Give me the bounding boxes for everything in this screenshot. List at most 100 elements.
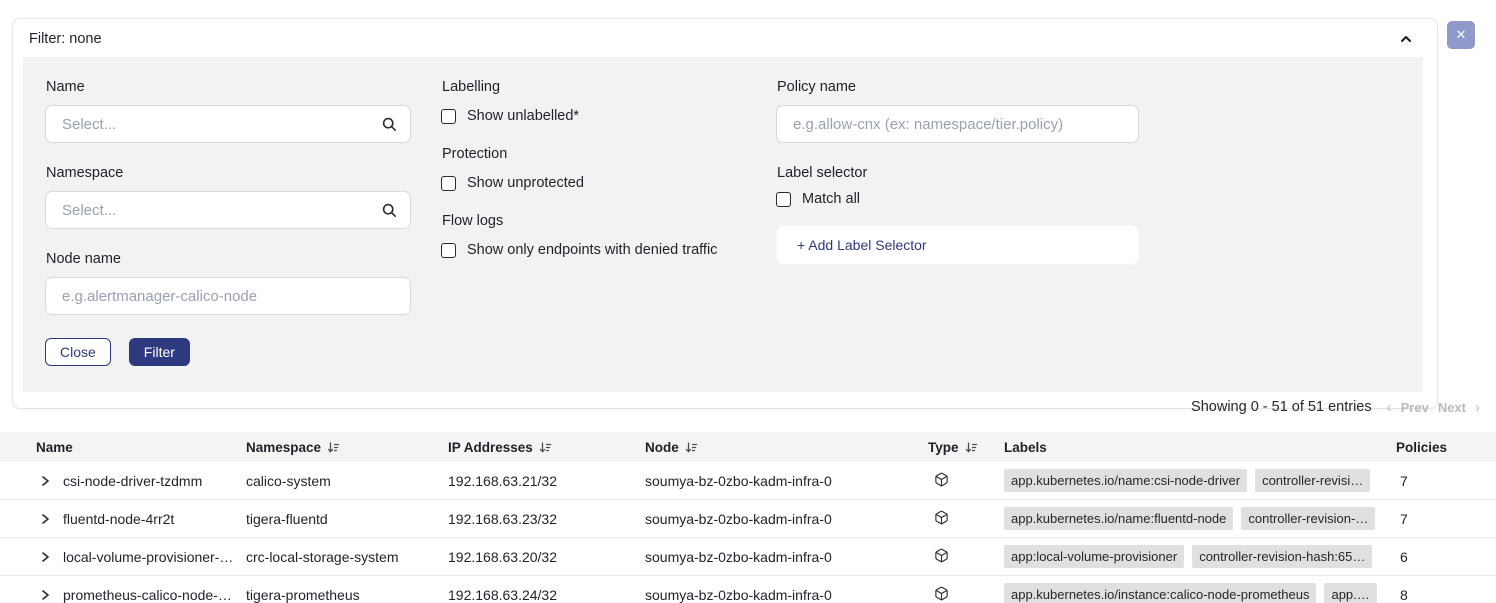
namespace-select[interactable]	[45, 191, 411, 229]
workload-cube-icon	[934, 548, 949, 566]
table-row[interactable]: csi-node-driver-tzdmm calico-system 192.…	[0, 462, 1496, 500]
label-chip: controller-revisi…	[1255, 469, 1370, 492]
endpoint-policies-count: 7	[1396, 473, 1496, 489]
endpoint-policies-count: 6	[1396, 549, 1496, 565]
sort-icon[interactable]	[965, 441, 978, 454]
sort-icon[interactable]	[685, 441, 698, 454]
label-chip: app.kubernetes.io/instance:calico-node-p…	[1004, 583, 1316, 603]
filter-actions: Close Filter	[45, 338, 411, 366]
show-unlabelled-checkbox[interactable]	[441, 109, 456, 124]
node-name-field-label: Node name	[46, 251, 411, 267]
denied-traffic-label: Show only endpoints with denied traffic	[467, 242, 717, 258]
next-chevron-icon[interactable]: ›	[1475, 400, 1480, 415]
show-unlabelled-option[interactable]: Show unlabelled*	[441, 108, 743, 124]
filter-panel-header[interactable]: Filter: none	[13, 19, 1437, 57]
endpoint-namespace: crc-local-storage-system	[246, 549, 448, 565]
endpoints-table: Name Namespace IP Addresses Node Type	[0, 432, 1496, 603]
node-name-field[interactable]	[45, 277, 411, 315]
workload-cube-icon	[934, 586, 949, 603]
label-chip: controller-revision-…	[1241, 507, 1375, 530]
workload-cube-icon	[934, 510, 949, 528]
column-header-ip-addresses[interactable]: IP Addresses	[448, 440, 645, 455]
chevron-up-icon	[1399, 32, 1413, 46]
search-icon	[381, 116, 398, 133]
endpoint-node: soumya-bz-0zbo-kadm-infra-0	[645, 587, 928, 603]
endpoint-ip: 192.168.63.21/32	[448, 473, 645, 489]
endpoint-ip: 192.168.63.24/32	[448, 587, 645, 603]
show-unprotected-label: Show unprotected	[467, 175, 584, 191]
policy-name-field-label: Policy name	[777, 79, 1139, 95]
filter-panel-title: Filter: none	[29, 31, 102, 47]
table-row[interactable]: fluentd-node-4rr2t tigera-fluentd 192.16…	[0, 500, 1496, 538]
column-header-namespace[interactable]: Namespace	[246, 440, 448, 455]
filter-button[interactable]: Filter	[129, 338, 190, 366]
label-chip: app.kubernetes.io/name:csi-node-driver	[1004, 469, 1247, 492]
labelling-section-label: Labelling	[442, 79, 743, 95]
filter-column-right: Policy name Label selector Match all + A…	[776, 79, 1139, 265]
filter-panel: Filter: none Name Namespace Node name	[12, 18, 1438, 409]
expand-row-chevron-icon[interactable]	[38, 550, 52, 564]
column-header-policies: Policies	[1396, 440, 1496, 455]
workload-cube-icon	[934, 472, 949, 490]
label-chip: app.…	[1324, 583, 1376, 603]
collapse-filter-button[interactable]	[1395, 28, 1417, 50]
name-select[interactable]	[45, 105, 411, 143]
endpoint-name: prometheus-calico-node-…	[63, 587, 232, 603]
endpoint-name: local-volume-provisioner-…	[63, 549, 233, 565]
table-row[interactable]: local-volume-provisioner-… crc-local-sto…	[0, 538, 1496, 576]
flow-logs-section-label: Flow logs	[442, 213, 743, 229]
endpoint-namespace: tigera-prometheus	[246, 587, 448, 603]
table-header-row: Name Namespace IP Addresses Node Type	[0, 432, 1496, 462]
endpoint-node: soumya-bz-0zbo-kadm-infra-0	[645, 473, 928, 489]
match-all-option[interactable]: Match all	[776, 191, 1139, 207]
endpoint-ip: 192.168.63.20/32	[448, 549, 645, 565]
endpoint-policies-count: 7	[1396, 511, 1496, 527]
label-chip: controller-revision-hash:65…	[1192, 545, 1372, 568]
label-chip: app:local-volume-provisioner	[1004, 545, 1184, 568]
match-all-checkbox[interactable]	[776, 192, 791, 207]
namespace-select-input[interactable]	[62, 202, 373, 219]
endpoint-namespace: tigera-fluentd	[246, 511, 448, 527]
policy-name-field[interactable]	[776, 105, 1139, 143]
search-icon	[381, 202, 398, 219]
show-unlabelled-label: Show unlabelled*	[467, 108, 579, 124]
endpoint-ip: 192.168.63.23/32	[448, 511, 645, 527]
sort-icon[interactable]	[327, 441, 340, 454]
endpoint-name: csi-node-driver-tzdmm	[63, 473, 202, 489]
endpoint-node: soumya-bz-0zbo-kadm-infra-0	[645, 549, 928, 565]
prev-button[interactable]: Prev	[1401, 400, 1429, 415]
filter-column-middle: Labelling Show unlabelled* Protection Sh…	[441, 79, 743, 280]
node-name-input[interactable]	[62, 288, 398, 305]
expand-row-chevron-icon[interactable]	[38, 588, 52, 602]
protection-section-label: Protection	[442, 146, 743, 162]
column-header-type[interactable]: Type	[928, 440, 1004, 455]
denied-traffic-checkbox[interactable]	[441, 243, 456, 258]
name-select-input[interactable]	[62, 116, 373, 133]
label-chip: app.kubernetes.io/name:fluentd-node	[1004, 507, 1233, 530]
expand-row-chevron-icon[interactable]	[38, 512, 52, 526]
endpoint-name: fluentd-node-4rr2t	[63, 511, 174, 527]
endpoint-node: soumya-bz-0zbo-kadm-infra-0	[645, 511, 928, 527]
column-header-node[interactable]: Node	[645, 440, 928, 455]
show-unprotected-checkbox[interactable]	[441, 176, 456, 191]
sort-icon[interactable]	[539, 441, 552, 454]
denied-traffic-option[interactable]: Show only endpoints with denied traffic	[441, 242, 743, 258]
endpoint-policies-count: 8	[1396, 587, 1496, 603]
policy-name-input[interactable]	[793, 116, 1126, 133]
filter-column-left: Name Namespace Node name Close Filt	[45, 79, 411, 366]
entries-summary: Showing 0 - 51 of 51 entries	[1191, 399, 1372, 415]
match-all-label: Match all	[802, 191, 860, 207]
table-row[interactable]: prometheus-calico-node-… tigera-promethe…	[0, 576, 1496, 603]
column-header-name[interactable]: Name	[0, 440, 246, 455]
close-button[interactable]: Close	[45, 338, 111, 366]
dismiss-filter-button[interactable]: ✕	[1447, 21, 1475, 49]
close-icon: ✕	[1456, 27, 1467, 43]
name-field-label: Name	[46, 79, 411, 95]
pager: ‹ Prev Next ›	[1387, 400, 1480, 415]
prev-chevron-icon[interactable]: ‹	[1387, 400, 1392, 415]
add-label-selector-button[interactable]: + Add Label Selector	[776, 225, 1139, 265]
next-button[interactable]: Next	[1438, 400, 1466, 415]
endpoint-namespace: calico-system	[246, 473, 448, 489]
show-unprotected-option[interactable]: Show unprotected	[441, 175, 743, 191]
expand-row-chevron-icon[interactable]	[38, 474, 52, 488]
